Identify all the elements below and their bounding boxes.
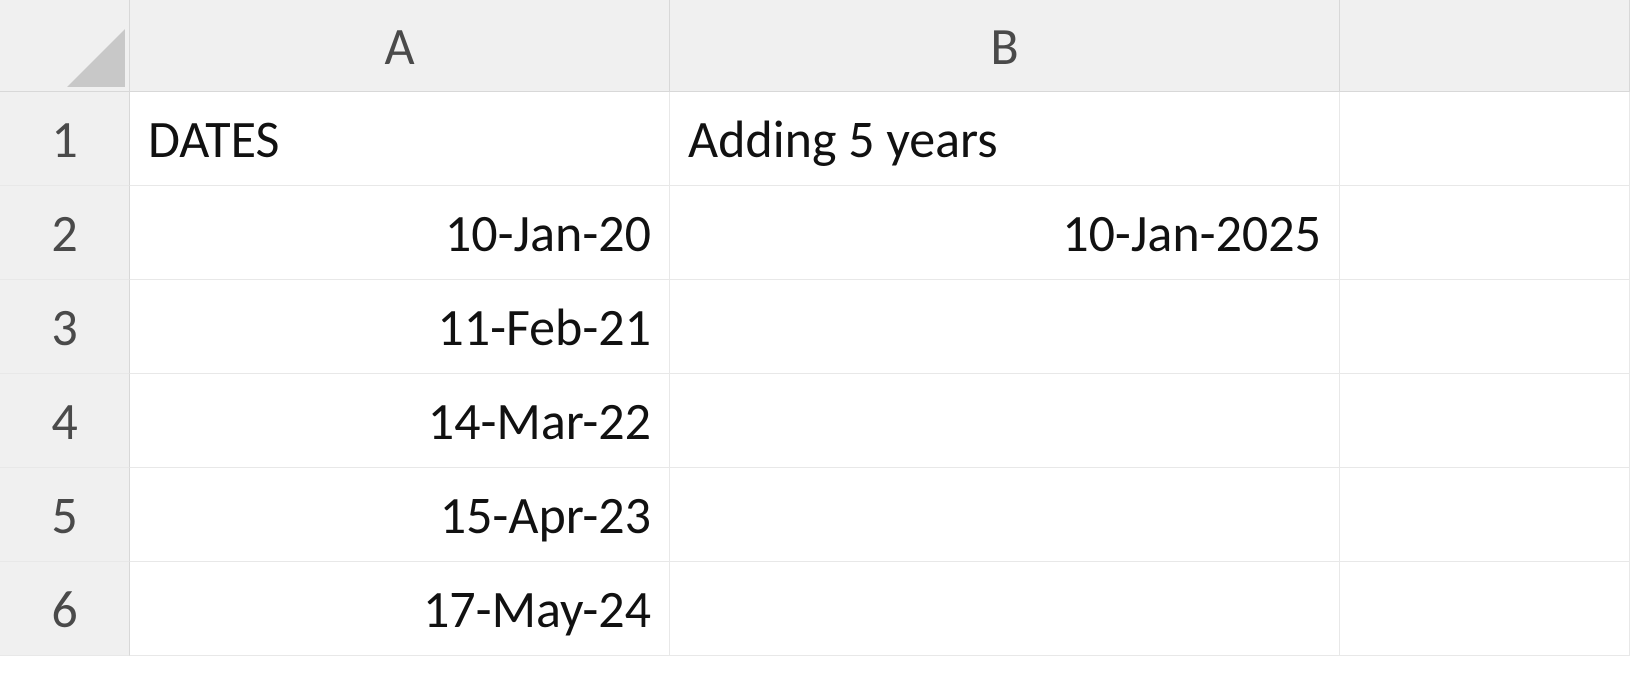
cell-A4[interactable]: 14-Mar-22: [130, 374, 670, 468]
cell-B6[interactable]: [670, 562, 1340, 656]
cell-C3[interactable]: [1340, 280, 1630, 374]
cell-A3[interactable]: 11-Feb-21: [130, 280, 670, 374]
cell-C4[interactable]: [1340, 374, 1630, 468]
cell-A6[interactable]: 17-May-24: [130, 562, 670, 656]
cell-C1[interactable]: [1340, 92, 1630, 186]
cell-A2[interactable]: 10-Jan-20: [130, 186, 670, 280]
cell-B4[interactable]: [670, 374, 1340, 468]
row-header-3[interactable]: 3: [0, 280, 130, 374]
row-header-2[interactable]: 2: [0, 186, 130, 280]
cell-B1[interactable]: Adding 5 years: [670, 92, 1340, 186]
row-header-1[interactable]: 1: [0, 92, 130, 186]
cell-C2[interactable]: [1340, 186, 1630, 280]
cell-A1[interactable]: DATES: [130, 92, 670, 186]
cell-C6[interactable]: [1340, 562, 1630, 656]
column-header-A[interactable]: A: [130, 0, 670, 92]
column-header-blank[interactable]: [1340, 0, 1630, 92]
select-all-triangle-icon: [67, 29, 125, 87]
row-header-5[interactable]: 5: [0, 468, 130, 562]
select-all-corner[interactable]: [0, 0, 130, 92]
row-header-4[interactable]: 4: [0, 374, 130, 468]
row-header-6[interactable]: 6: [0, 562, 130, 656]
column-header-B[interactable]: B: [670, 0, 1340, 92]
cell-B3[interactable]: [670, 280, 1340, 374]
cell-C5[interactable]: [1340, 468, 1630, 562]
cell-B2[interactable]: 10-Jan-2025: [670, 186, 1340, 280]
cell-B5[interactable]: [670, 468, 1340, 562]
spreadsheet-grid: A B 1 DATES Adding 5 years 2 10-Jan-20 1…: [0, 0, 1630, 656]
cell-A5[interactable]: 15-Apr-23: [130, 468, 670, 562]
